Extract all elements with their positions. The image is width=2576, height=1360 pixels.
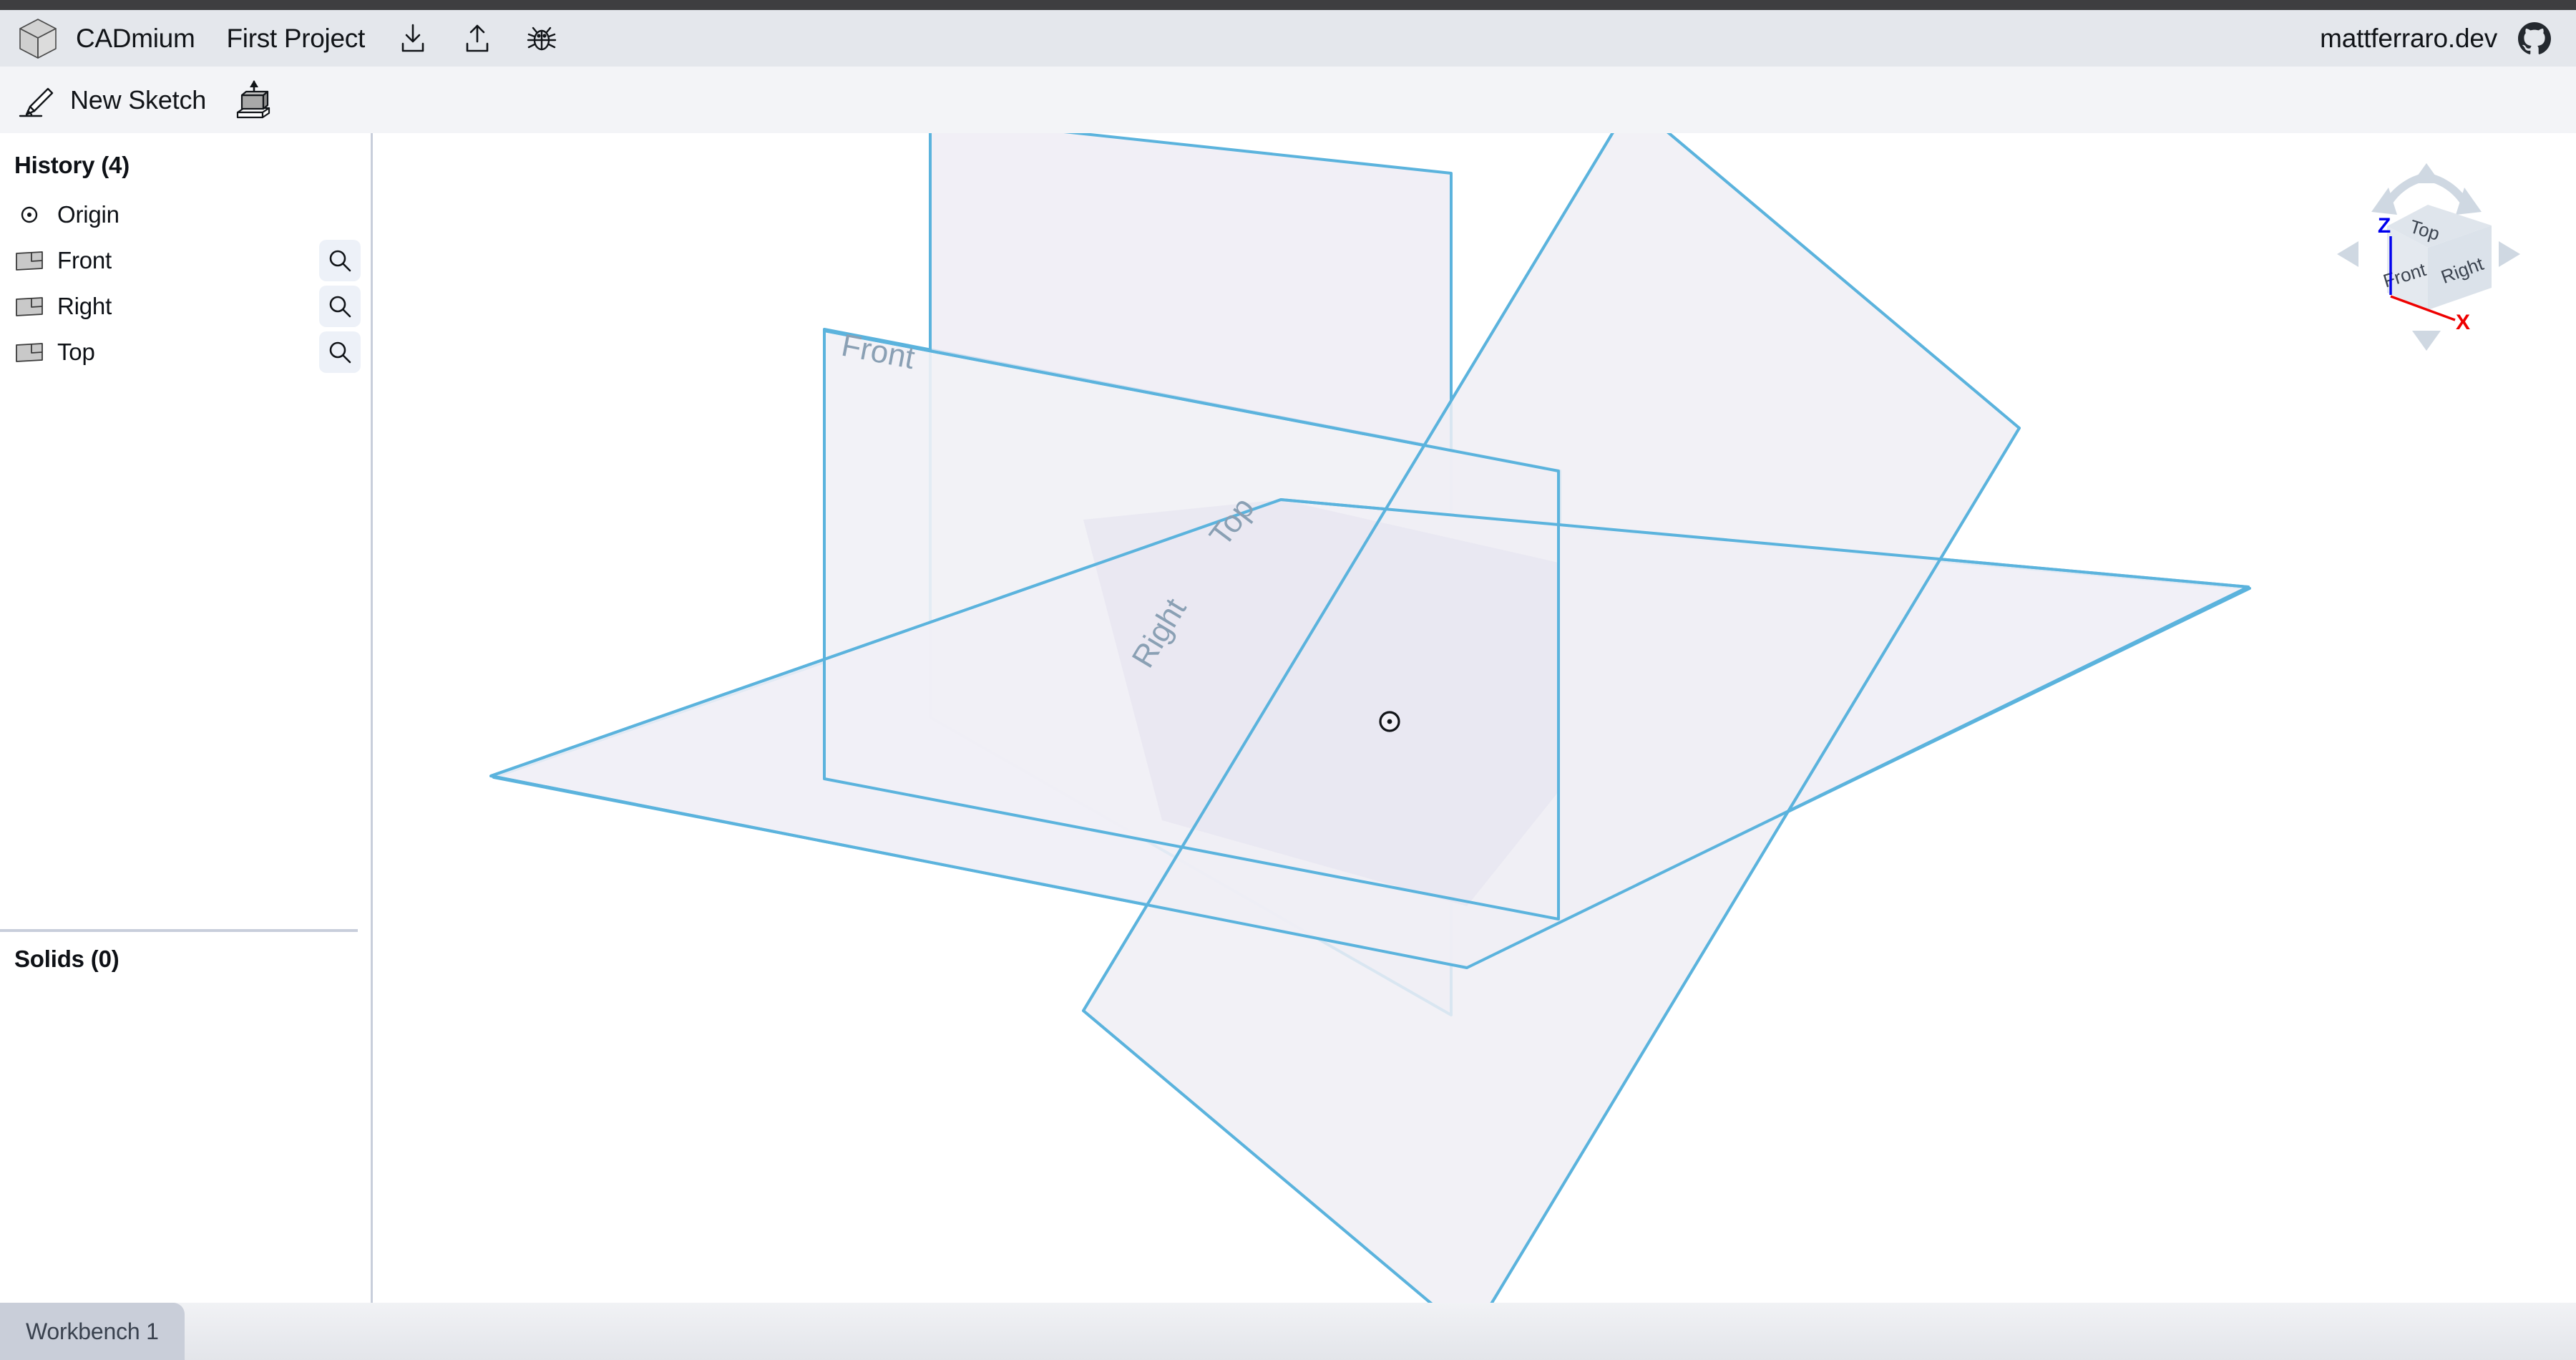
plane-icon (14, 291, 44, 321)
history-item-right[interactable]: Right (0, 283, 371, 329)
new-sketch-label: New Sketch (70, 84, 207, 115)
bug-icon[interactable] (525, 22, 558, 55)
nav-arrow-left[interactable] (2337, 241, 2358, 267)
solids-heading: Solids (0) (14, 946, 119, 972)
upload-icon[interactable] (461, 22, 494, 55)
nav-arrow-down[interactable] (2412, 331, 2441, 351)
bottom-bar: Workbench 1 (0, 1303, 2576, 1360)
history-item-front[interactable]: Front (0, 238, 371, 283)
window-top-strip (0, 0, 2576, 10)
github-icon[interactable] (2516, 20, 2553, 57)
extrude-button[interactable] (223, 74, 282, 127)
zoom-to-right-button[interactable] (319, 286, 361, 327)
workbench-tab[interactable]: Workbench 1 (0, 1303, 185, 1360)
author-link[interactable]: mattferraro.dev (2320, 24, 2497, 54)
project-name[interactable]: First Project (226, 24, 365, 54)
view-cube[interactable]: Top Front Right Z X (2308, 136, 2545, 372)
history-item-label: Top (57, 339, 95, 365)
history-list: Origin Front Right Top (0, 192, 371, 375)
history-item-top[interactable]: Top (0, 329, 371, 375)
viewport-svg[interactable]: Front Top Right (375, 133, 2576, 1303)
plane-icon (14, 246, 44, 276)
viewport-3d[interactable]: Front Top Right Top Front Right Z X (375, 133, 2576, 1303)
plane-icon (14, 337, 44, 367)
origin-point-icon[interactable] (1379, 711, 1400, 732)
history-item-label: Front (57, 247, 112, 273)
history-item-origin[interactable]: Origin (0, 192, 371, 238)
toolbar: New Sketch (0, 67, 2576, 133)
app-title: CADmium (76, 23, 195, 53)
app-header: CADmium First Project mattferraro.dev (0, 10, 2576, 67)
workbench-tab-label: Workbench 1 (26, 1318, 159, 1344)
pencil-icon (19, 79, 60, 121)
left-sidebar: History (4) Origin Front Right Top Solid… (0, 133, 373, 1303)
cube-logo-icon (16, 16, 60, 61)
new-sketch-button[interactable]: New Sketch (11, 74, 213, 127)
nav-arrow-right[interactable] (2499, 241, 2520, 267)
history-heading: History (4) (14, 152, 130, 178)
extrude-icon (232, 79, 273, 121)
app-root: CADmium First Project mattferraro.dev Ne… (0, 0, 2576, 1360)
history-item-label: Right (57, 293, 112, 319)
zoom-to-top-button[interactable] (319, 331, 361, 373)
x-axis-label: X (2456, 311, 2470, 334)
origin-point-icon (14, 200, 44, 230)
nav-arrow-up[interactable] (2412, 163, 2441, 183)
zoom-to-front-button[interactable] (319, 240, 361, 281)
history-item-label: Origin (57, 201, 119, 228)
download-icon[interactable] (396, 22, 429, 55)
z-axis-label: Z (2378, 214, 2391, 238)
panel-divider (0, 929, 358, 932)
